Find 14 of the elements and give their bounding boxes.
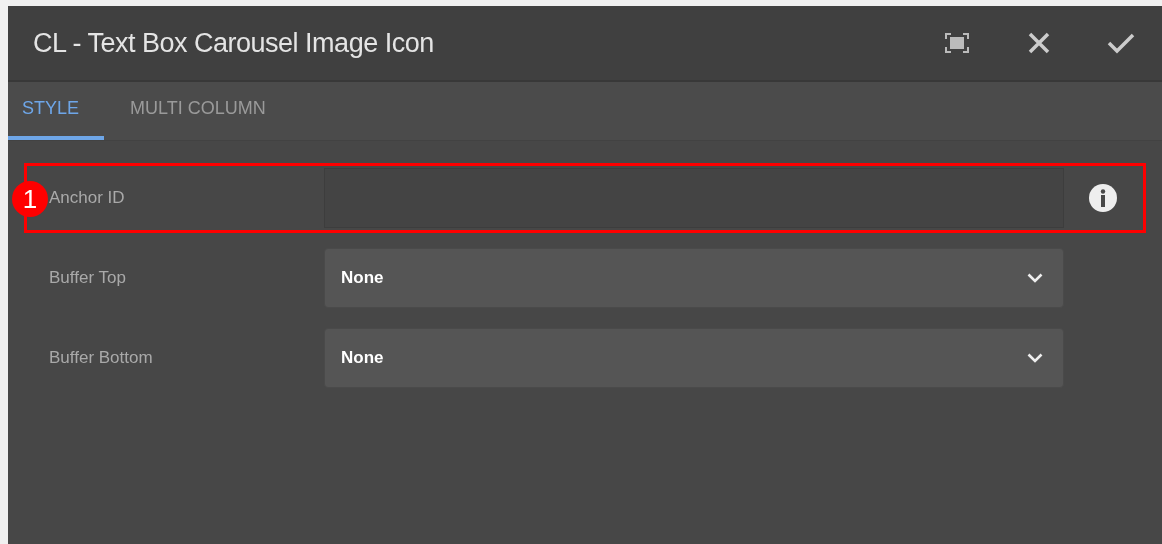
step-number-badge: 1: [12, 181, 48, 217]
close-icon: [1028, 32, 1050, 54]
info-icon: [1088, 183, 1118, 213]
select-dropdown[interactable]: None: [324, 328, 1064, 388]
info-button[interactable]: [1088, 183, 1118, 213]
field-label: Buffer Top: [49, 267, 127, 290]
chevron-down-icon: [1027, 273, 1043, 283]
dialog-title: CL - Text Box Carousel Image Icon: [33, 26, 435, 60]
chevron-down-icon: [1027, 353, 1043, 363]
checkmark-icon: [1107, 32, 1135, 54]
field-label: Anchor ID: [49, 187, 126, 210]
fullscreen-icon: [945, 33, 969, 53]
select-dropdown[interactable]: None: [324, 248, 1064, 308]
field-label: Buffer Bottom: [49, 347, 154, 370]
